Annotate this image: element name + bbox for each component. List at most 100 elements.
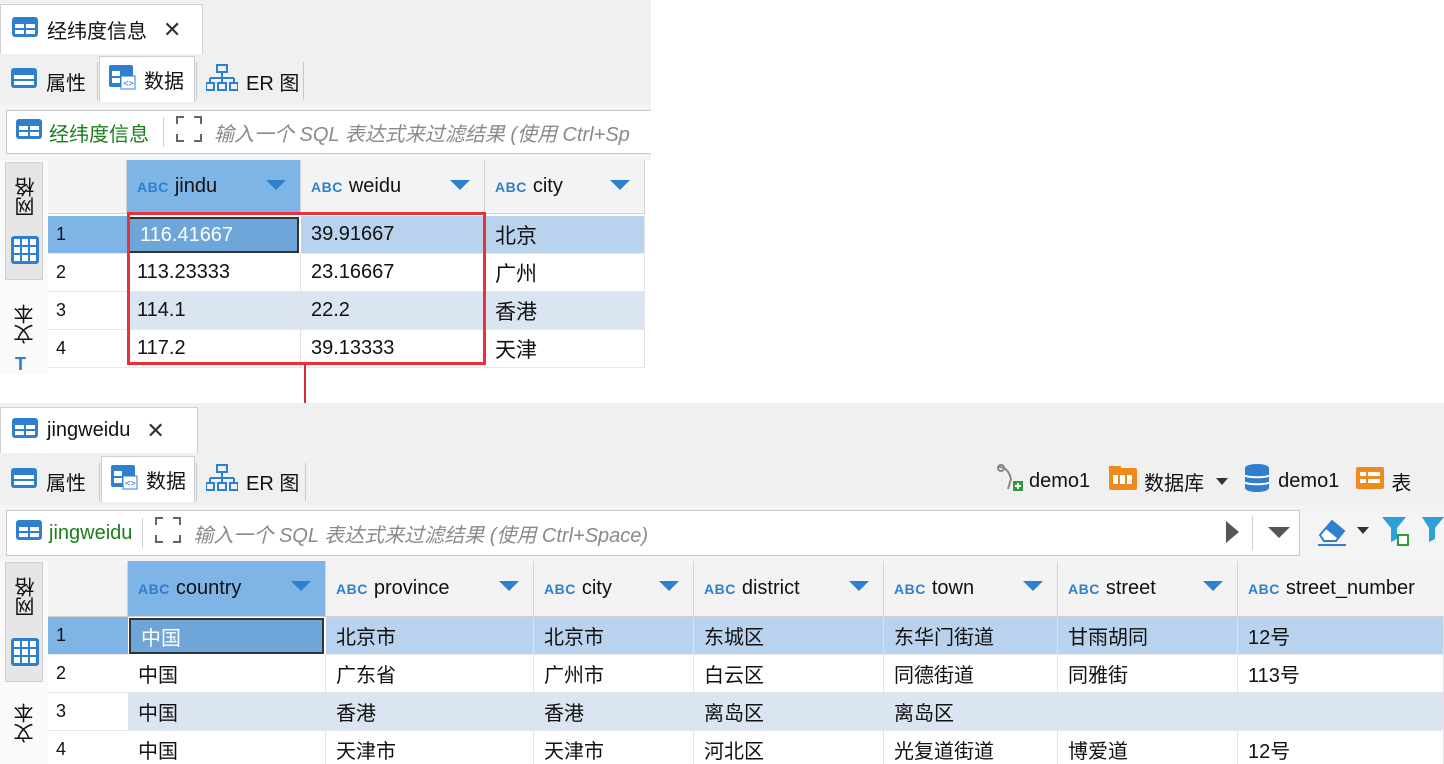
table-cell[interactable]: 天津市 [326, 731, 534, 764]
play-icon[interactable] [1226, 521, 1239, 543]
column-header-jindu[interactable]: ABC jindu [127, 160, 301, 214]
tab-jingweidu-info[interactable]: 经纬度信息 ✕ [0, 4, 203, 54]
tab-text-view[interactable]: 文本 [5, 693, 43, 763]
column-header-city[interactable]: ABC city [534, 561, 694, 617]
sort-dropdown-icon[interactable] [1023, 581, 1043, 591]
column-header-city[interactable]: ABC city [485, 160, 645, 214]
table-cell[interactable]: 北京市 [326, 617, 534, 655]
close-icon[interactable]: ✕ [163, 17, 181, 43]
expand-icon[interactable] [153, 515, 183, 551]
table-cell[interactable] [1238, 693, 1444, 731]
sort-dropdown-icon[interactable] [499, 581, 519, 591]
text-type-icon: ABC [894, 580, 926, 597]
row-number[interactable]: 3 [48, 693, 128, 731]
column-header-district[interactable]: ABC district [694, 561, 884, 617]
table-type-label[interactable]: 表 [1391, 467, 1411, 496]
sort-dropdown-icon[interactable] [450, 180, 470, 190]
table-cell[interactable]: 天津 [485, 330, 645, 368]
column-header-weidu[interactable]: ABC weidu [301, 160, 485, 214]
table-cell[interactable]: 白云区 [694, 655, 884, 693]
table-cell[interactable]: 12号 [1238, 617, 1444, 655]
table-cell[interactable]: 香港 [485, 292, 645, 330]
tab-data[interactable]: <> 数据 [99, 56, 195, 102]
tab-jingweidu[interactable]: jingweidu ✕ [0, 407, 198, 453]
expand-icon[interactable] [174, 114, 204, 150]
sort-dropdown-icon[interactable] [659, 581, 679, 591]
table-cell[interactable]: 香港 [326, 693, 534, 731]
table-cell[interactable]: 同德街道 [884, 655, 1058, 693]
table-cell[interactable]: 离岛区 [694, 693, 884, 731]
table-cell[interactable]: 北京 [485, 216, 645, 254]
table-cell[interactable]: 光复道街道 [884, 731, 1058, 764]
row-number[interactable]: 2 [48, 655, 128, 693]
table-cell[interactable]: 离岛区 [884, 693, 1058, 731]
tab-text-view[interactable]: 文本 T [5, 290, 43, 374]
table-cell[interactable]: 12号 [1238, 731, 1444, 764]
row-number[interactable]: 3 [48, 292, 127, 330]
column-header-town[interactable]: ABC town [884, 561, 1058, 617]
table-icon [15, 118, 43, 146]
filter-input[interactable]: 输入一个 SQL 表达式来过滤结果 (使用 Ctrl+Space) [193, 519, 648, 548]
table-cell[interactable]: 113号 [1238, 655, 1444, 693]
schema-name[interactable]: demo1 [1278, 470, 1339, 493]
table-cell[interactable]: 东华门街道 [884, 617, 1058, 655]
column-header-province[interactable]: ABC province [326, 561, 534, 617]
table-cell[interactable]: 甘雨胡同 [1058, 617, 1238, 655]
table-cell[interactable]: 广州市 [534, 655, 694, 693]
column-header-street[interactable]: ABC street [1058, 561, 1238, 617]
database-icon [1244, 463, 1271, 499]
chevron-down-icon[interactable] [1268, 527, 1290, 538]
table-cell[interactable]: 河北区 [694, 731, 884, 764]
row-number[interactable]: 2 [48, 254, 127, 292]
highlight-box [127, 212, 486, 365]
column-header-country[interactable]: ABC country [128, 561, 326, 617]
table-cell[interactable]: 广州 [485, 254, 645, 292]
table-cell[interactable]: 广东省 [326, 655, 534, 693]
sort-dropdown-icon[interactable] [849, 581, 869, 591]
tab-properties[interactable]: 属性 [2, 58, 94, 104]
table-cell[interactable]: 同雅街 [1058, 655, 1238, 693]
table-cell[interactable]: 天津市 [534, 731, 694, 764]
svg-text:<>: <> [123, 79, 134, 89]
tab-label: 数据 [144, 71, 184, 93]
column-header-street-number[interactable]: ABC street_number [1238, 561, 1444, 617]
filter-input[interactable]: 输入一个 SQL 表达式来过滤结果 (使用 Ctrl+Sp [214, 118, 630, 147]
filter-icon[interactable] [1380, 515, 1412, 553]
tab-label: ER 图 [246, 72, 300, 95]
text-type-icon: ABC [704, 580, 736, 597]
sort-dropdown-icon[interactable] [610, 180, 630, 190]
chevron-down-icon[interactable] [1216, 477, 1229, 485]
table-cell[interactable]: 东城区 [694, 617, 884, 655]
data-grid-icon: <> [108, 64, 136, 96]
sort-dropdown-icon[interactable] [291, 581, 311, 591]
table-cell[interactable]: 中国 [129, 618, 324, 654]
table-cell[interactable]: 中国 [128, 731, 326, 764]
table-cell[interactable] [1058, 693, 1238, 731]
filter-table-name[interactable]: 经纬度信息 [49, 118, 149, 147]
tab-grid-view[interactable]: 网格 [5, 162, 43, 280]
filter-table-name[interactable]: jingweidu [49, 522, 132, 545]
filter-icon[interactable] [1420, 515, 1444, 553]
sort-dropdown-icon[interactable] [1203, 581, 1223, 591]
table-icon [15, 519, 43, 547]
tab-properties[interactable]: 属性 [2, 458, 94, 504]
row-number[interactable]: 1 [48, 617, 128, 655]
row-number[interactable]: 4 [48, 731, 128, 764]
tab-data[interactable]: <> 数据 [101, 456, 195, 502]
table-cell[interactable]: 博爱道 [1058, 731, 1238, 764]
chevron-down-icon[interactable] [1357, 527, 1369, 534]
row-number[interactable]: 1 [48, 216, 127, 254]
table-cell[interactable]: 北京市 [534, 617, 694, 655]
tab-grid-view[interactable]: 网格 [5, 562, 43, 682]
table-cell[interactable]: 中国 [128, 693, 326, 731]
eraser-icon[interactable] [1316, 515, 1350, 553]
close-icon[interactable]: ✕ [146, 418, 164, 444]
table-cell[interactable]: 香港 [534, 693, 694, 731]
tab-er-diagram[interactable]: ER 图 [198, 458, 307, 504]
sort-dropdown-icon[interactable] [266, 180, 286, 190]
tab-er-diagram[interactable]: ER 图 [198, 58, 307, 104]
database-selector[interactable]: 数据库 [1144, 467, 1204, 496]
connection-name[interactable]: demo1 [1029, 470, 1090, 493]
row-number[interactable]: 4 [48, 330, 127, 368]
table-cell[interactable]: 中国 [128, 655, 326, 693]
